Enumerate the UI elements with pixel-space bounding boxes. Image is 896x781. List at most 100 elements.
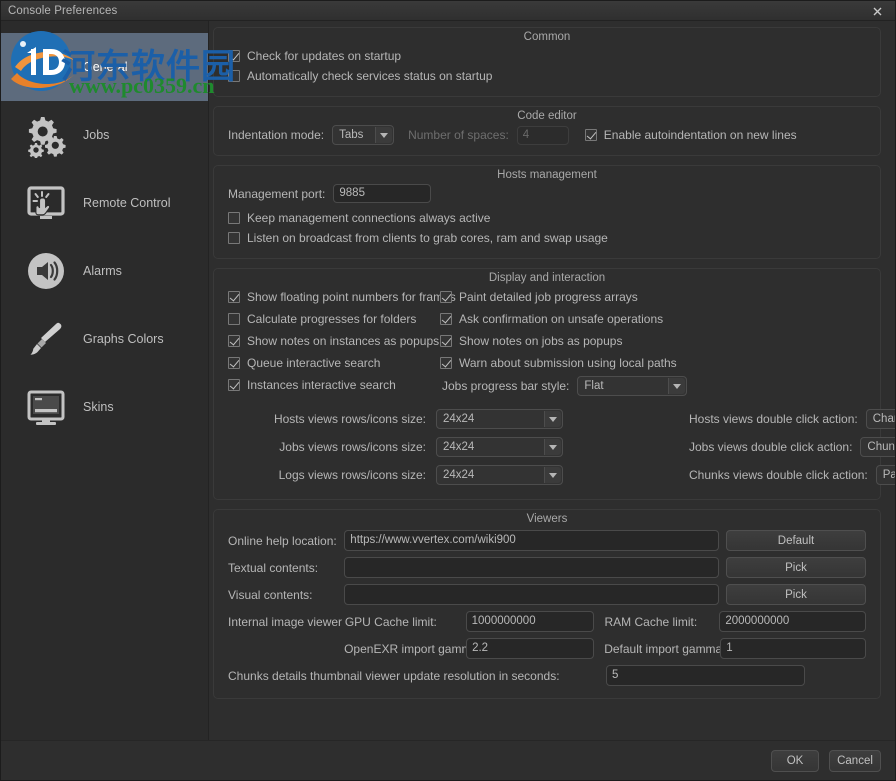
speaker-icon — [28, 253, 64, 289]
checkbox-box[interactable] — [440, 313, 452, 325]
visual-contents-input[interactable] — [344, 584, 719, 605]
checkbox-ask-confirmation[interactable]: Ask confirmation on unsafe operations — [440, 309, 866, 329]
number-of-spaces-label: Number of spaces: — [408, 128, 509, 142]
logs-views-size-select[interactable]: 24x24 — [436, 465, 563, 485]
checkbox-label: Show notes on instances as popups — [247, 334, 440, 348]
jobs-views-size-label: Jobs views rows/icons size: — [279, 440, 426, 454]
sidebar-item-label: Jobs — [83, 128, 110, 142]
textual-contents-input[interactable] — [344, 557, 719, 578]
hosts-views-size-value: 24x24 — [443, 413, 475, 425]
checkbox-box[interactable] — [440, 291, 452, 303]
checkbox-label: Queue interactive search — [247, 356, 381, 370]
title-bar: Console Preferences — [1, 1, 895, 21]
checkbox-auto-services[interactable]: Automatically check services status on s… — [228, 66, 866, 86]
ram-cache-input[interactable]: 2000000000 — [719, 611, 866, 632]
indentation-mode-label: Indentation mode: — [228, 128, 325, 142]
checkbox-box[interactable] — [228, 379, 240, 391]
sidebar-item-graphs-colors[interactable]: Graphs Colors — [1, 305, 208, 373]
chunks-thumbnail-row: Chunks details thumbnail viewer update r… — [228, 665, 866, 686]
checkbox-notes-instances-popups[interactable]: Show notes on instances as popups — [228, 331, 440, 351]
checkbox-box[interactable] — [228, 335, 240, 347]
group-title: Display and interaction — [488, 272, 606, 284]
checkbox-box[interactable] — [228, 50, 240, 62]
jobs-dblclick-select[interactable]: Chunks detail — [860, 437, 895, 457]
group-viewers: Viewers Online help location: https://ww… — [213, 509, 881, 699]
sidebar-item-alarms[interactable]: Alarms — [1, 237, 208, 305]
checkbox-queue-interactive-search[interactable]: Queue interactive search — [228, 353, 440, 373]
online-help-default-button[interactable]: Default — [726, 530, 866, 551]
gpu-cache-input[interactable]: 1000000000 — [465, 611, 595, 632]
checkbox-box[interactable] — [440, 357, 452, 369]
sidebar-item-skins[interactable]: Skins — [1, 373, 208, 441]
group-title: Common — [523, 31, 571, 43]
checkbox-box[interactable] — [228, 357, 240, 369]
textual-contents-pick-button[interactable]: Pick — [726, 557, 866, 578]
checkbox-show-floating-point[interactable]: Show floating point numbers for frames — [228, 287, 456, 307]
visual-contents-pick-button[interactable]: Pick — [726, 584, 866, 605]
hosts-dblclick-label: Hosts views double click action: — [689, 412, 858, 426]
checkbox-instances-interactive-search[interactable]: Instances interactive search — [228, 375, 440, 395]
chevron-down-icon[interactable] — [668, 378, 686, 394]
chevron-down-icon[interactable] — [544, 439, 561, 455]
internal-image-viewer-label: Internal image viewer — [228, 614, 343, 629]
hosts-dblclick-select[interactable]: Change status — [865, 409, 895, 429]
window-title: Console Preferences — [8, 4, 118, 17]
default-gamma-input[interactable]: 1 — [720, 638, 866, 659]
default-gamma-label: Default import gamma: — [604, 641, 726, 656]
checkbox-calculate-progresses[interactable]: Calculate progresses for folders — [228, 309, 440, 329]
checkbox-box[interactable] — [228, 232, 240, 244]
sliders-icon — [24, 45, 68, 89]
number-of-spaces-input[interactable]: 4 — [516, 125, 569, 145]
indentation-mode-select[interactable]: Tabs — [332, 125, 395, 145]
checkbox-label: Ask confirmation on unsafe operations — [459, 312, 664, 326]
checkbox-autoindent[interactable]: Enable autoindentation on new lines — [584, 125, 797, 145]
checkbox-label: Check for updates on startup — [247, 49, 402, 63]
checkbox-label: Paint detailed job progress arrays — [459, 290, 638, 304]
sidebar-item-general[interactable]: General — [1, 33, 208, 101]
settings-panel: Common Check for updates on startup Auto… — [209, 21, 895, 740]
checkbox-box[interactable] — [228, 313, 240, 325]
checkbox-keep-connections[interactable]: Keep management connections always activ… — [228, 208, 866, 228]
group-hosts-management: Hosts management Management port: 9885 K… — [213, 165, 881, 259]
checkbox-box[interactable] — [228, 291, 240, 303]
cache-limits-row: Internal image viewer GPU Cache limit: 1… — [228, 611, 866, 632]
chevron-down-icon[interactable] — [375, 127, 393, 143]
chunks-thumbnail-input[interactable]: 5 — [606, 665, 805, 686]
checkbox-box[interactable] — [228, 212, 240, 224]
visual-contents-row: Visual contents: Pick — [228, 584, 866, 605]
sidebar-item-label: Alarms — [83, 264, 122, 278]
chunks-dblclick-label: Chunks views double click action: — [689, 468, 868, 482]
checkbox-check-updates[interactable]: Check for updates on startup — [228, 46, 866, 66]
checkbox-notes-jobs-popups[interactable]: Show notes on jobs as popups — [440, 331, 866, 351]
ok-button[interactable]: OK — [771, 749, 819, 772]
sidebar-item-remote-control[interactable]: Remote Control — [1, 169, 208, 237]
chunks-dblclick-select[interactable]: Parse chunk's log — [875, 465, 895, 485]
jobs-views-size-select[interactable]: 24x24 — [436, 437, 563, 457]
online-help-input[interactable]: https://www.vvertex.com/wiki900 — [344, 530, 719, 551]
online-help-label: Online help location: — [228, 533, 337, 548]
group-title: Hosts management — [497, 169, 597, 181]
checkbox-paint-detailed-arrays[interactable]: Paint detailed job progress arrays — [440, 287, 866, 307]
checkbox-box[interactable] — [228, 70, 240, 82]
openexr-gamma-input[interactable]: 2.2 — [466, 638, 595, 659]
ram-cache-label: RAM Cache limit: — [604, 614, 698, 629]
paintbrush-icon — [30, 322, 62, 355]
jobs-progress-bar-style-select[interactable]: Flat — [577, 376, 688, 396]
sidebar-item-jobs[interactable]: Jobs — [1, 101, 208, 169]
chevron-down-icon[interactable] — [544, 411, 561, 427]
hosts-views-size-select[interactable]: 24x24 — [436, 409, 563, 429]
management-port-input[interactable]: 9885 — [333, 184, 432, 203]
checkbox-box[interactable] — [584, 129, 597, 141]
window-body: General Jobs Remote Control Alarms Graph… — [1, 21, 895, 740]
checkbox-listen-broadcast[interactable]: Listen on broadcast from clients to grab… — [228, 228, 866, 248]
hosts-views-size-label: Hosts views rows/icons size: — [273, 412, 426, 426]
checkbox-box[interactable] — [440, 335, 452, 347]
cancel-button[interactable]: Cancel — [829, 749, 881, 772]
jobs-dblclick-value: Chunks detail — [867, 441, 895, 453]
close-icon[interactable] — [859, 1, 895, 21]
management-port-label: Management port: — [228, 186, 326, 201]
monitor-icon — [27, 390, 65, 425]
checkbox-label: Warn about submission using local paths — [459, 356, 677, 370]
chevron-down-icon[interactable] — [544, 467, 561, 483]
checkbox-warn-local-paths[interactable]: Warn about submission using local paths — [440, 353, 866, 373]
